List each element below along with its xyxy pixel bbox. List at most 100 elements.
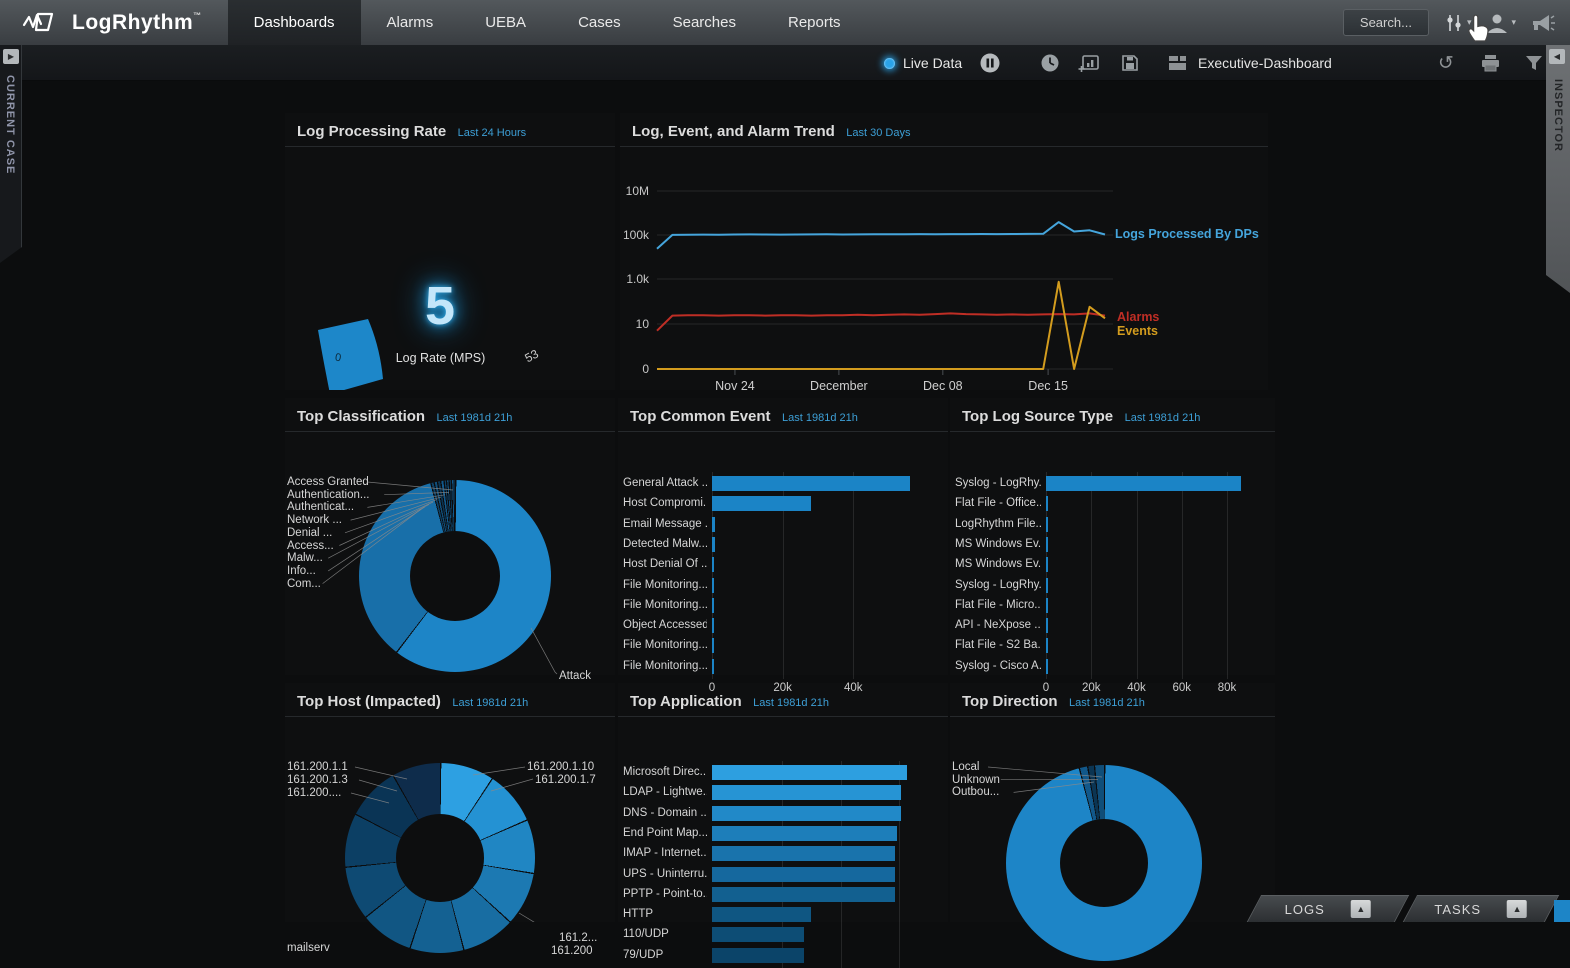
bar[interactable] bbox=[712, 785, 901, 800]
search-button[interactable]: Search... bbox=[1343, 9, 1429, 36]
svg-text:10M: 10M bbox=[626, 184, 649, 198]
donut-chart[interactable]: 161.200.1.1161.200.1.3161.200....mailser… bbox=[285, 717, 615, 922]
bar[interactable] bbox=[712, 867, 895, 882]
legend-logs[interactable]: Logs Processed By DPs bbox=[1115, 227, 1259, 241]
preferences-dropdown[interactable]: ▾ bbox=[1443, 12, 1472, 34]
reset-button[interactable]: ↻ bbox=[1438, 45, 1454, 81]
line-chart[interactable]: 10M100k1.0k100Nov 24DecemberDec 08Dec 15… bbox=[620, 147, 1268, 390]
bar[interactable] bbox=[712, 496, 811, 511]
current-case-panel-tab[interactable]: ▶ CURRENT CASE bbox=[0, 45, 22, 263]
nav-tab-ueba[interactable]: UEBA bbox=[459, 0, 552, 45]
donut-chart[interactable]: LocalUnknownOutbou... bbox=[950, 717, 1275, 922]
bar[interactable] bbox=[1046, 476, 1241, 491]
bar[interactable] bbox=[1046, 618, 1048, 633]
donut[interactable] bbox=[359, 480, 551, 672]
bar[interactable] bbox=[712, 846, 895, 861]
bar[interactable] bbox=[1046, 598, 1048, 613]
live-data-indicator[interactable]: Live Data bbox=[884, 45, 962, 81]
widget-period: Last 1981d 21h bbox=[782, 412, 858, 424]
widget-header: Top Common Event Last 1981d 21h bbox=[618, 398, 948, 432]
expand-right-icon[interactable]: ▶ bbox=[3, 49, 19, 64]
bar[interactable] bbox=[712, 826, 897, 841]
bar[interactable] bbox=[712, 659, 714, 674]
bar[interactable] bbox=[712, 537, 715, 552]
bar[interactable] bbox=[712, 578, 714, 593]
widget-title: Top Classification bbox=[297, 408, 425, 425]
widget-top-host-impacted: Top Host (Impacted) Last 1981d 21h 161.2… bbox=[285, 683, 615, 922]
dashboard-toolbar: Live Data bbox=[0, 45, 1570, 81]
bar[interactable] bbox=[1046, 638, 1048, 653]
user-icon bbox=[1485, 12, 1509, 34]
donut[interactable] bbox=[345, 763, 535, 953]
pause-button[interactable] bbox=[979, 45, 1001, 81]
time-range-button[interactable] bbox=[1040, 45, 1060, 81]
bar-label: Syslog - LogRhy... bbox=[955, 579, 1041, 591]
nav-tab-alarms[interactable]: Alarms bbox=[361, 0, 460, 45]
bar[interactable] bbox=[712, 598, 714, 613]
bar[interactable] bbox=[1046, 659, 1048, 674]
corner-button[interactable] bbox=[1554, 900, 1570, 922]
bar[interactable] bbox=[1046, 537, 1048, 552]
svg-text:Nov 24: Nov 24 bbox=[715, 379, 755, 390]
bar-label: API - NeXpose ... bbox=[955, 619, 1041, 631]
dashboard-selector[interactable]: Executive-Dashboard bbox=[1168, 45, 1332, 81]
add-widget-button[interactable] bbox=[1078, 45, 1100, 81]
bar[interactable] bbox=[712, 887, 895, 902]
tasks-drawer-tab[interactable]: TASKS ▲ bbox=[1403, 895, 1559, 922]
bar[interactable] bbox=[1046, 496, 1048, 511]
bar[interactable] bbox=[712, 765, 907, 780]
bar-chart[interactable]: 020k40k60k80kSyslog - LogRhy...Flat File… bbox=[950, 432, 1275, 675]
widget-period: Last 1981d 21h bbox=[452, 697, 528, 709]
bar-label: Syslog - LogRhy... bbox=[955, 477, 1041, 489]
widget-title: Top Direction bbox=[962, 693, 1058, 710]
bar-label: Host Compromi... bbox=[623, 497, 707, 509]
bar-label: LogRhythm File... bbox=[955, 518, 1041, 530]
filter-button[interactable] bbox=[1524, 45, 1544, 81]
logrhythm-logo[interactable]: LogRhythm™ bbox=[0, 0, 228, 45]
inspector-panel-tab[interactable]: ◀ INSPECTOR bbox=[1546, 45, 1570, 293]
nav-tab-dashboards[interactable]: Dashboards bbox=[228, 0, 361, 45]
announcements-button[interactable] bbox=[1530, 12, 1556, 34]
bar[interactable] bbox=[1046, 578, 1048, 593]
expand-up-icon[interactable]: ▲ bbox=[1351, 900, 1371, 918]
legend-alarms[interactable]: Alarms bbox=[1117, 310, 1159, 324]
bar[interactable] bbox=[712, 927, 804, 942]
widget-title: Top Host (Impacted) bbox=[297, 693, 441, 710]
bar[interactable] bbox=[712, 638, 714, 653]
bar[interactable] bbox=[712, 806, 901, 821]
bar[interactable] bbox=[712, 476, 910, 491]
nav-tab-cases[interactable]: Cases bbox=[552, 0, 647, 45]
gridline bbox=[1137, 472, 1138, 679]
widget-header: Top Application Last 1981d 21h bbox=[618, 683, 948, 717]
donut-chart[interactable]: Access GrantedAuthentication...Authentic… bbox=[285, 432, 615, 675]
logs-drawer-tab[interactable]: LOGS ▲ bbox=[1247, 895, 1409, 922]
widget-header: Top Host (Impacted) Last 1981d 21h bbox=[285, 683, 615, 717]
user-menu[interactable]: ▾ bbox=[1485, 12, 1516, 34]
nav-tab-reports[interactable]: Reports bbox=[762, 0, 867, 45]
expand-up-icon[interactable]: ▲ bbox=[1507, 900, 1527, 918]
donut-hole bbox=[1060, 819, 1148, 907]
widget-period: Last 30 Days bbox=[846, 127, 910, 139]
bar[interactable] bbox=[712, 948, 804, 963]
donut-label: Com... bbox=[287, 578, 321, 590]
bar[interactable] bbox=[712, 557, 714, 572]
expand-left-icon[interactable]: ◀ bbox=[1549, 49, 1565, 64]
bar-chart[interactable]: 020k40kGeneral Attack ...Host Compromi..… bbox=[618, 432, 948, 675]
bar[interactable] bbox=[712, 618, 714, 633]
bar-chart[interactable]: Microsoft Direc...LDAP - Lightwe...DNS -… bbox=[618, 717, 948, 922]
bar[interactable] bbox=[712, 907, 811, 922]
live-data-label: Live Data bbox=[903, 55, 962, 71]
bar-label: LDAP - Lightwe... bbox=[623, 786, 707, 798]
bar-label: File Monitoring... bbox=[623, 579, 707, 591]
gridline bbox=[853, 472, 854, 679]
printer-icon bbox=[1480, 53, 1501, 73]
donut[interactable] bbox=[1006, 765, 1202, 961]
bar[interactable] bbox=[1046, 517, 1048, 532]
print-button[interactable] bbox=[1480, 45, 1501, 81]
nav-tab-searches[interactable]: Searches bbox=[647, 0, 762, 45]
bar[interactable] bbox=[712, 517, 715, 532]
bar[interactable] bbox=[1046, 557, 1048, 572]
save-button[interactable] bbox=[1120, 45, 1140, 81]
legend-events[interactable]: Events bbox=[1117, 324, 1158, 338]
gauge-chart[interactable]: 0 5 Log Rate (MPS) 53 bbox=[285, 147, 615, 390]
